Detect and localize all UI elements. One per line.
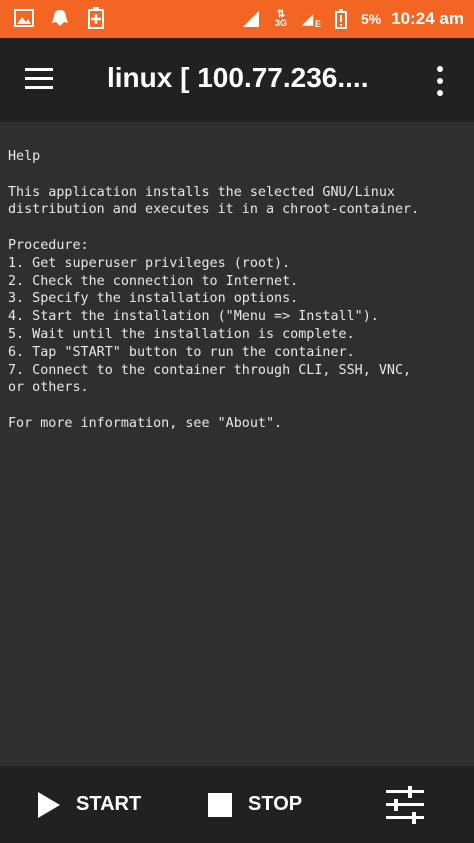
charging-icon	[86, 7, 106, 29]
hamburger-menu-icon[interactable]	[22, 62, 58, 98]
help-content-area[interactable]: Help This application installs the selec…	[0, 122, 474, 766]
sliders-icon[interactable]	[386, 786, 424, 824]
more-vert-icon[interactable]	[430, 60, 450, 100]
page-title: linux [ 100.77.236....	[107, 62, 369, 93]
ghost-icon	[50, 8, 70, 28]
stop-icon	[208, 792, 232, 817]
network-e-label: E	[314, 19, 321, 29]
stop-button[interactable]: STOP	[208, 766, 302, 843]
app-bar: linux [ 100.77.236....	[0, 38, 474, 122]
signal-icon	[241, 9, 261, 29]
battery-percent: 5%	[360, 11, 382, 27]
data-3g-icon: ⇅ 3G	[274, 9, 287, 28]
status-bar: ⇅ 3G E 5% 10:24 am	[0, 0, 474, 38]
battery-low-icon	[331, 9, 351, 29]
start-button[interactable]: START	[38, 766, 141, 843]
status-bar-notifications	[14, 7, 106, 29]
network-3g-label: 3G	[274, 18, 287, 28]
bottom-toolbar: START STOP	[0, 766, 474, 843]
gallery-icon	[14, 8, 34, 28]
clock: 10:24 am	[391, 9, 464, 28]
play-icon	[38, 791, 60, 818]
stop-label: STOP	[248, 793, 303, 815]
signal-secondary-icon: E	[301, 9, 321, 29]
start-label: START	[76, 793, 142, 815]
status-bar-system: ⇅ 3G E 5% 10:24 am	[241, 0, 464, 38]
help-text: Help This application installs the selec…	[8, 149, 420, 431]
